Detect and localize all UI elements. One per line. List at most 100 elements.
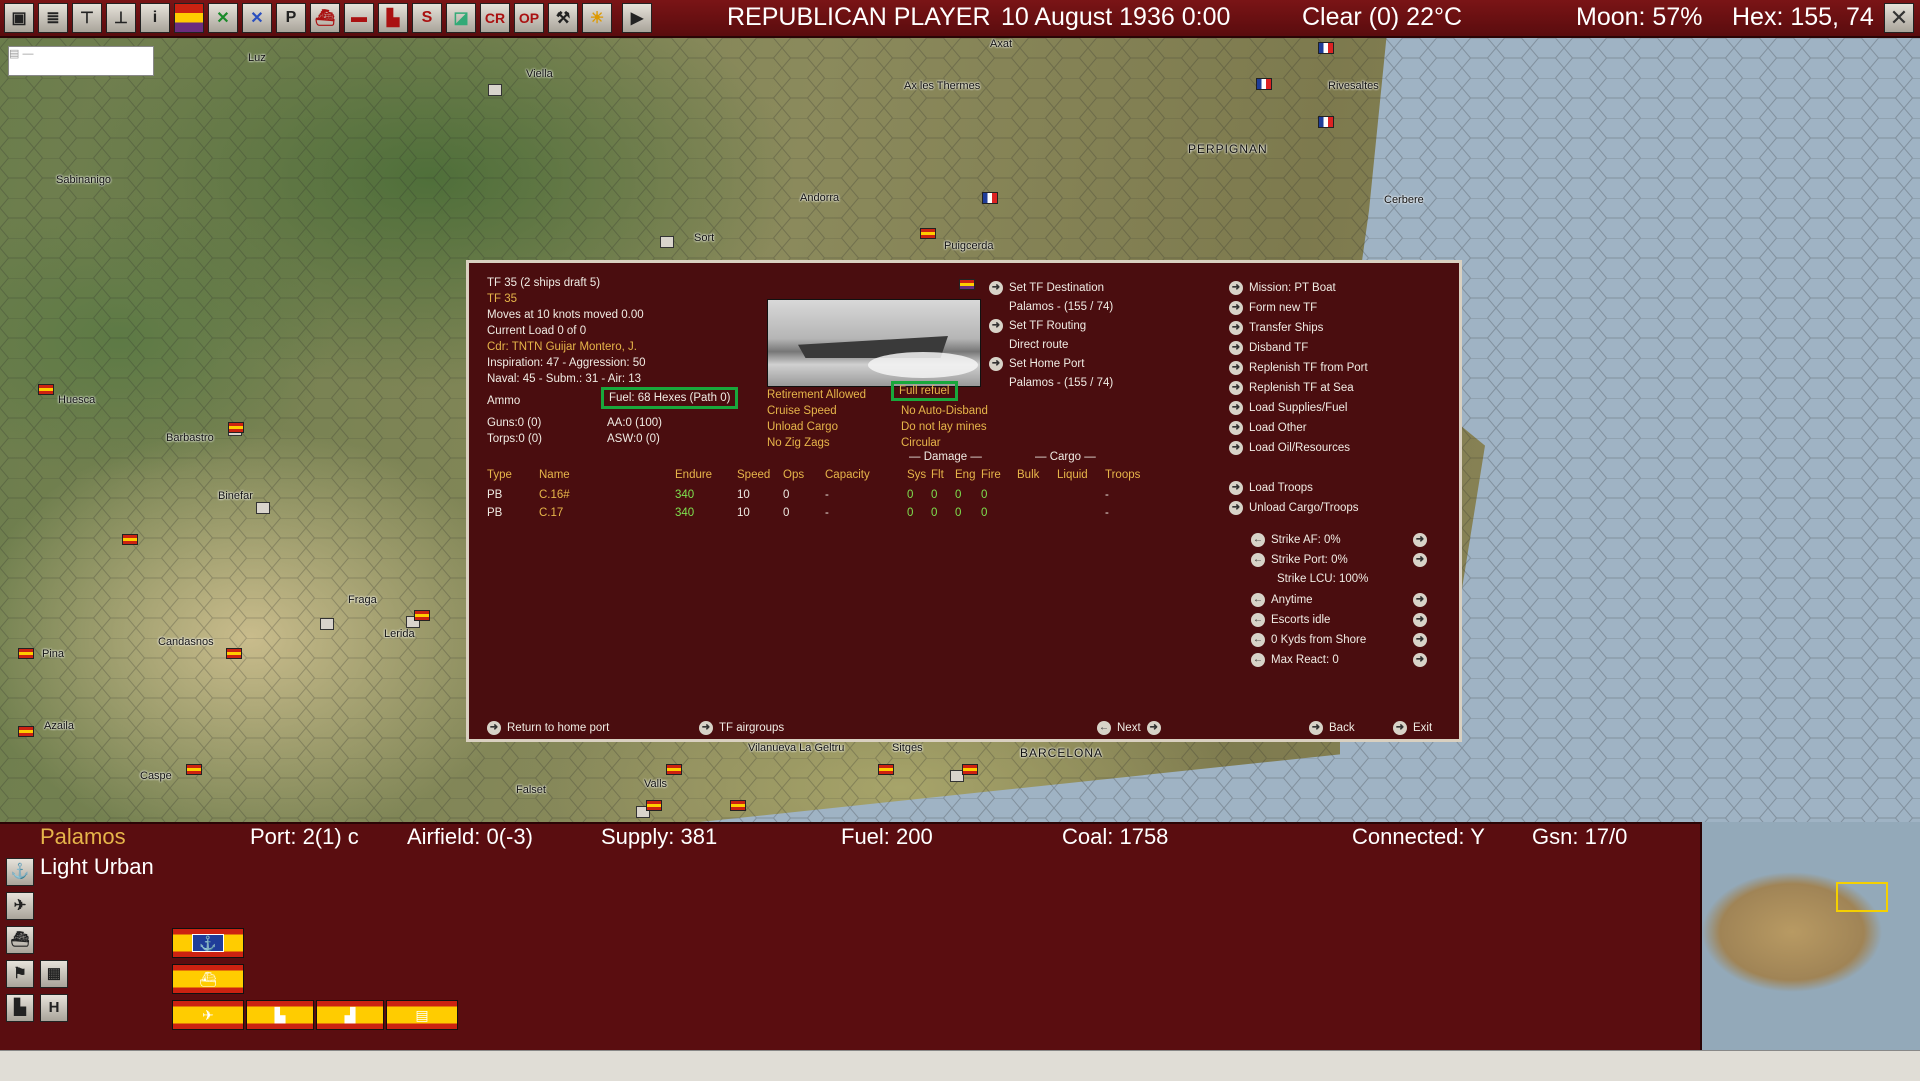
info-icon[interactable]: i: [140, 3, 170, 33]
replenish-sea-button[interactable]: ➜ Replenish TF at Sea: [1229, 381, 1354, 395]
column-header[interactable]: Bulk: [1017, 469, 1039, 481]
weather-icon[interactable]: ☀: [582, 3, 612, 33]
tree-alt-icon[interactable]: ⊥: [106, 3, 136, 33]
wrench-icon[interactable]: ⚒: [548, 3, 578, 33]
arrow-right-icon[interactable]: ➜: [1413, 633, 1433, 647]
minimap-viewport[interactable]: [1836, 882, 1888, 912]
ship-icon[interactable]: ⛴: [310, 3, 340, 33]
unit-flag-icon[interactable]: [414, 610, 430, 621]
strike-port-option[interactable]: ← Strike Port: 0%: [1251, 553, 1348, 567]
flag-icon[interactable]: [174, 3, 204, 33]
column-header[interactable]: Capacity: [825, 469, 870, 481]
arrow-right-icon[interactable]: ➜: [1413, 593, 1433, 607]
column-header[interactable]: Type: [487, 469, 512, 481]
strike-af-option[interactable]: ← Strike AF: 0%: [1251, 533, 1341, 547]
unit-flag-icon[interactable]: [730, 800, 746, 811]
option-disband[interactable]: No Auto-Disband: [901, 405, 988, 417]
arrow-left-icon[interactable]: ←: [1251, 613, 1265, 627]
p-icon[interactable]: P: [276, 3, 306, 33]
map-icon[interactable]: ▦: [40, 960, 68, 988]
column-header[interactable]: Sys: [907, 469, 926, 481]
option-mines[interactable]: Do not lay mines: [901, 421, 987, 433]
unit-flag-icon[interactable]: [646, 800, 662, 811]
arrow-left-icon[interactable]: ←: [1251, 653, 1265, 667]
set-destination-button[interactable]: ➜ Set TF Destination: [989, 281, 1104, 295]
close-icon[interactable]: ✕: [1884, 3, 1914, 33]
h-icon[interactable]: H: [40, 994, 68, 1022]
load-troops-button[interactable]: ➜ Load Troops: [1229, 481, 1313, 495]
column-header[interactable]: Ops: [783, 469, 804, 481]
load-supplies-button[interactable]: ➜ Load Supplies/Fuel: [1229, 401, 1347, 415]
timing-option[interactable]: ← Anytime: [1251, 593, 1313, 607]
set-routing-button[interactable]: ➜ Set TF Routing: [989, 319, 1086, 333]
column-header[interactable]: Flt: [931, 469, 944, 481]
ship-icon[interactable]: ⛴: [6, 926, 34, 954]
location-name[interactable]: Palamos: [40, 824, 126, 850]
column-header[interactable]: Endure: [675, 469, 712, 481]
unit-flag-icon[interactable]: [878, 764, 894, 775]
arrow-right-icon[interactable]: ➜: [1413, 653, 1433, 667]
column-header[interactable]: Eng: [955, 469, 975, 481]
sub-icon[interactable]: ▬: [344, 3, 374, 33]
factory-icon[interactable]: ▙: [378, 3, 408, 33]
ground-unit[interactable]: ▙: [246, 1000, 314, 1030]
city-marker[interactable]: [256, 502, 270, 514]
load-oil-button[interactable]: ➜ Load Oil/Resources: [1229, 441, 1350, 455]
table-cell[interactable]: C.16#: [539, 489, 570, 501]
column-header[interactable]: Troops: [1105, 469, 1140, 481]
set-home-port-button[interactable]: ➜ Set Home Port: [989, 357, 1084, 371]
tree-icon[interactable]: ⊤: [72, 3, 102, 33]
arrow-right-icon[interactable]: ➜: [1413, 533, 1433, 547]
replenish-port-button[interactable]: ➜ Replenish TF from Port: [1229, 361, 1368, 375]
s-icon[interactable]: S: [412, 3, 442, 33]
cr-icon[interactable]: CR: [480, 3, 510, 33]
unit-flag-icon[interactable]: [18, 726, 34, 737]
unit-flag-icon[interactable]: [226, 648, 242, 659]
transfer-ships-button[interactable]: ➜ Transfer Ships: [1229, 321, 1323, 335]
factory-icon[interactable]: ▙: [6, 994, 34, 1022]
ground-unit[interactable]: ▟: [316, 1000, 384, 1030]
save-icon[interactable]: ▣: [4, 3, 34, 33]
city-marker[interactable]: [660, 236, 674, 248]
tf-name[interactable]: TF 35: [487, 293, 517, 305]
disband-tf-button[interactable]: ➜ Disband TF: [1229, 341, 1308, 355]
arrow-left-icon[interactable]: ←: [1251, 593, 1265, 607]
arrow-left-icon[interactable]: ←: [1251, 633, 1265, 647]
unit-flag-icon[interactable]: [122, 534, 138, 545]
unit-flag-icon[interactable]: [18, 648, 34, 659]
unit-flag-icon[interactable]: [920, 228, 936, 239]
max-react-option[interactable]: ← Max React: 0: [1251, 653, 1339, 667]
unload-troops-button[interactable]: ➜ Unload Cargo/Troops: [1229, 501, 1359, 515]
option-refuel[interactable]: Full refuel: [891, 381, 958, 401]
play-icon[interactable]: ▶: [622, 3, 652, 33]
column-header[interactable]: Liquid: [1057, 469, 1088, 481]
naval-base-unit[interactable]: ⚓: [172, 928, 244, 958]
return-home-button[interactable]: ➜ Return to home port: [487, 721, 609, 735]
task-force-unit[interactable]: ⛴: [172, 964, 244, 994]
escorts-option[interactable]: ← Escorts idle: [1251, 613, 1330, 627]
arrow-left-icon[interactable]: ←: [1251, 533, 1265, 547]
mini-window[interactable]: ▤ —: [8, 46, 154, 76]
ground-unit[interactable]: ▤: [386, 1000, 458, 1030]
column-header[interactable]: Speed: [737, 469, 770, 481]
option-zigzag[interactable]: No Zig Zags: [767, 437, 830, 449]
tf-airgroups-button[interactable]: ➜ TF airgroups: [699, 721, 784, 735]
unit-flag-icon[interactable]: [962, 764, 978, 775]
report-icon[interactable]: ≣: [38, 3, 68, 33]
form-tf-button[interactable]: ➜ Form new TF: [1229, 301, 1317, 315]
option-retirement[interactable]: Retirement Allowed: [767, 389, 866, 401]
column-header[interactable]: Name: [539, 469, 570, 481]
arrow-right-icon[interactable]: ➜: [1413, 553, 1433, 567]
unit-flag-icon[interactable]: [666, 764, 682, 775]
option-unload[interactable]: Unload Cargo: [767, 421, 838, 433]
unit-flag-icon[interactable]: [228, 422, 244, 433]
flag-icon[interactable]: ⚑: [6, 960, 34, 988]
cross-swords-blue-icon[interactable]: ✕: [242, 3, 272, 33]
air-unit[interactable]: ✈: [172, 1000, 244, 1030]
exit-button[interactable]: ➜ Exit: [1393, 721, 1432, 735]
column-header[interactable]: Fire: [981, 469, 1001, 481]
option-speed[interactable]: Cruise Speed: [767, 405, 837, 417]
op-icon[interactable]: OP: [514, 3, 544, 33]
tf-commander[interactable]: Cdr: TNTN Guijar Montero, J.: [487, 341, 637, 353]
unit-flag-icon[interactable]: [186, 764, 202, 775]
